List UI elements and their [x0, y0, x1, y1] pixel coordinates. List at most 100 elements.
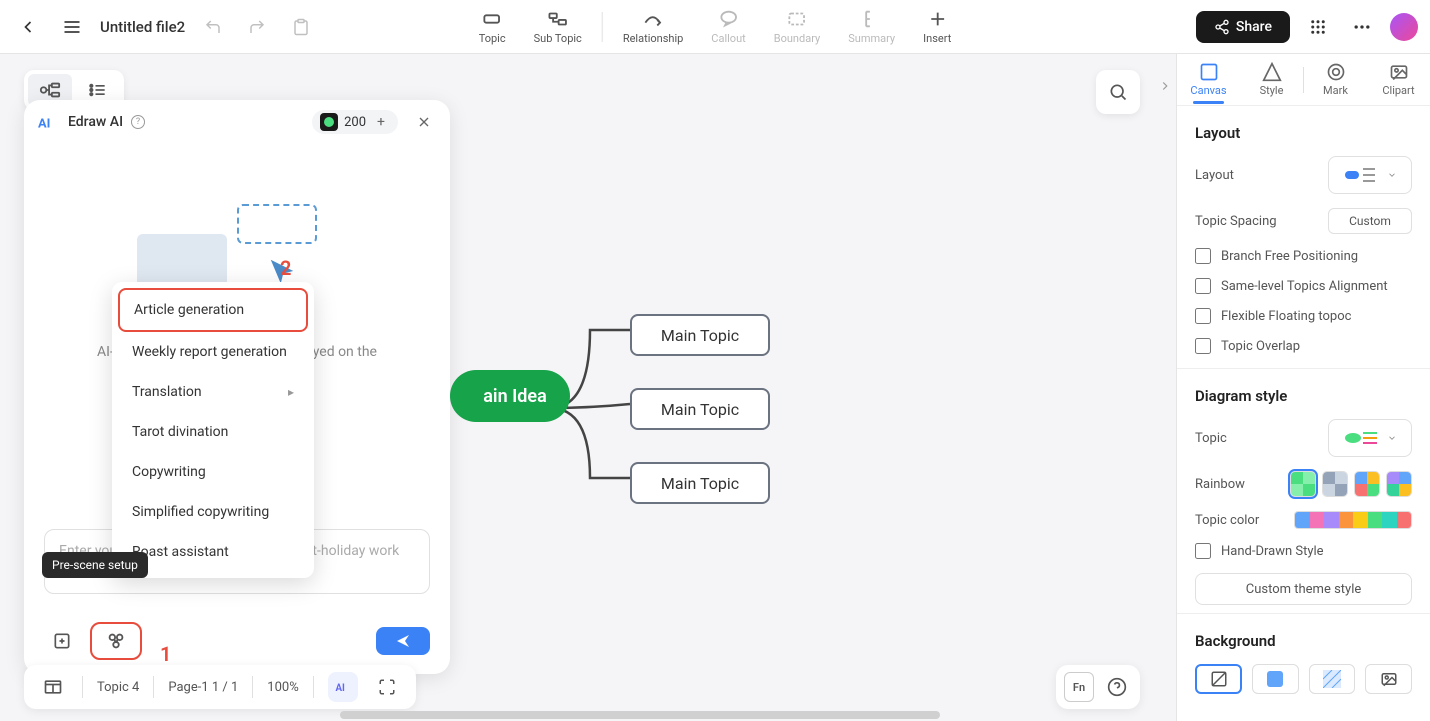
undo-button[interactable] [197, 11, 229, 43]
top-bar: Untitled file2 Topic Sub Topic Relations… [0, 0, 1430, 54]
bg-option-image[interactable] [1365, 664, 1412, 694]
main-area: AI Edraw AI ? 200 + AI-generated content… [0, 54, 1430, 721]
bg-option-none[interactable] [1195, 664, 1242, 694]
zoom-level[interactable]: 100% [267, 680, 298, 695]
search-button[interactable] [1096, 70, 1140, 114]
toolbar-center: Topic Sub Topic Relationship Callout Bou… [465, 4, 966, 49]
more-button[interactable] [1346, 11, 1378, 43]
tool-subtopic[interactable]: Sub Topic [520, 4, 596, 49]
child-topic-3[interactable]: Main Topic [630, 462, 770, 504]
tab-mark[interactable]: Mark [1304, 56, 1367, 103]
menu-item-weekly[interactable]: Weekly report generation [118, 332, 308, 372]
user-avatar[interactable] [1390, 13, 1418, 41]
search-icon [1108, 82, 1128, 102]
check-flexible[interactable]: Flexible Floating topoc [1195, 308, 1412, 324]
tool-summary-label: Summary [848, 32, 895, 45]
section-divider [1177, 368, 1430, 369]
share-label: Share [1236, 19, 1272, 35]
layout-select[interactable] [1328, 156, 1412, 194]
chevron-right-icon: ▸ [288, 385, 294, 399]
prescene-tooltip: Pre-scene setup [42, 552, 148, 578]
spacing-custom-button[interactable]: Custom [1328, 208, 1412, 234]
diagram-section-title: Diagram style [1195, 387, 1412, 405]
collapse-panel-button[interactable] [1158, 78, 1172, 97]
chevron-down-icon [1387, 170, 1397, 180]
layout-section-title: Layout [1195, 124, 1412, 142]
topic-style-preview-icon [1343, 427, 1383, 449]
tool-subtopic-label: Sub Topic [534, 32, 582, 45]
topic-color-strip[interactable] [1294, 511, 1412, 529]
rainbow-swatch-2[interactable] [1322, 471, 1348, 497]
tool-topic-label: Topic [479, 32, 506, 45]
child-topic-1[interactable]: Main Topic [630, 314, 770, 356]
ai-prescene-menu: Article generation Weekly report generat… [112, 282, 314, 578]
right-panel-body: Layout Layout Topic Spacing Custom Branc… [1177, 106, 1430, 721]
minimap-button[interactable] [38, 672, 68, 702]
tool-callout[interactable]: Callout [697, 4, 759, 49]
spacing-label: Topic Spacing [1195, 214, 1277, 229]
share-icon [1214, 19, 1230, 35]
horizontal-scrollbar[interactable] [340, 711, 940, 719]
menu-item-simplified[interactable]: Simplified copywriting [118, 492, 308, 532]
check-branch-free[interactable]: Branch Free Positioning [1195, 248, 1412, 264]
topbar-right: Share [1196, 11, 1418, 43]
tool-boundary[interactable]: Boundary [760, 4, 834, 49]
page-indicator[interactable]: Page-1 1 / 1 [168, 680, 238, 695]
apps-button[interactable] [1302, 11, 1334, 43]
tool-boundary-label: Boundary [774, 32, 820, 45]
rainbow-label: Rainbow [1195, 477, 1245, 492]
diagram-topic-select[interactable] [1328, 419, 1412, 457]
topic-count: Topic 4 [97, 680, 139, 695]
svg-text:AI: AI [335, 683, 345, 694]
paste-button[interactable] [285, 11, 317, 43]
menu-item-translation[interactable]: Translation▸ [118, 372, 308, 412]
tool-summary[interactable]: Summary [834, 4, 909, 49]
tool-topic[interactable]: Topic [465, 4, 520, 49]
help-button[interactable] [1102, 672, 1132, 702]
tool-insert-label: Insert [923, 32, 951, 45]
tool-relationship-label: Relationship [623, 32, 683, 45]
section-divider [1177, 613, 1430, 614]
tab-style[interactable]: Style [1240, 56, 1303, 103]
menu-item-article[interactable]: Article generation [118, 288, 308, 332]
layout-label: Layout [1195, 168, 1234, 183]
fullscreen-button[interactable] [372, 672, 402, 702]
tool-insert[interactable]: Insert [909, 4, 965, 49]
tab-canvas[interactable]: Canvas [1177, 56, 1240, 103]
rainbow-swatch-4[interactable] [1386, 471, 1412, 497]
topic-color-label: Topic color [1195, 513, 1259, 528]
background-options [1195, 664, 1412, 694]
file-title[interactable]: Untitled file2 [100, 18, 185, 36]
bottom-right-bar: Fn [1056, 665, 1140, 709]
menu-item-copywriting[interactable]: Copywriting [118, 452, 308, 492]
back-button[interactable] [12, 11, 44, 43]
annotation-2: 2 [280, 256, 291, 280]
share-button[interactable]: Share [1196, 11, 1290, 43]
rainbow-swatch-1[interactable] [1290, 471, 1316, 497]
bb-separator [313, 676, 314, 698]
bb-separator [252, 676, 253, 698]
redo-button[interactable] [241, 11, 273, 43]
toolbar-separator [602, 12, 603, 42]
check-hand-drawn[interactable]: Hand-Drawn Style [1195, 543, 1412, 559]
menu-item-tarot[interactable]: Tarot divination [118, 412, 308, 452]
check-overlap[interactable]: Topic Overlap [1195, 338, 1412, 354]
check-same-level[interactable]: Same-level Topics Alignment [1195, 278, 1412, 294]
chevron-down-icon [1387, 433, 1397, 443]
tool-callout-label: Callout [711, 32, 745, 45]
bb-separator [153, 676, 154, 698]
bg-option-pattern[interactable] [1309, 664, 1356, 694]
rainbow-swatches [1290, 471, 1412, 497]
tool-relationship[interactable]: Relationship [609, 4, 697, 49]
fn-button[interactable]: Fn [1064, 672, 1094, 702]
child-topic-2[interactable]: Main Topic [630, 388, 770, 430]
right-panel: Canvas Style Mark Clipart Layout Layout [1176, 54, 1430, 721]
bb-separator [82, 676, 83, 698]
menu-button[interactable] [56, 11, 88, 43]
root-topic[interactable]: ain Idea [450, 370, 570, 422]
tab-clipart[interactable]: Clipart [1367, 56, 1430, 103]
rainbow-swatch-3[interactable] [1354, 471, 1380, 497]
bg-option-solid[interactable] [1252, 664, 1299, 694]
bb-ai-button[interactable]: AI [328, 672, 358, 702]
custom-theme-button[interactable]: Custom theme style [1195, 573, 1412, 605]
